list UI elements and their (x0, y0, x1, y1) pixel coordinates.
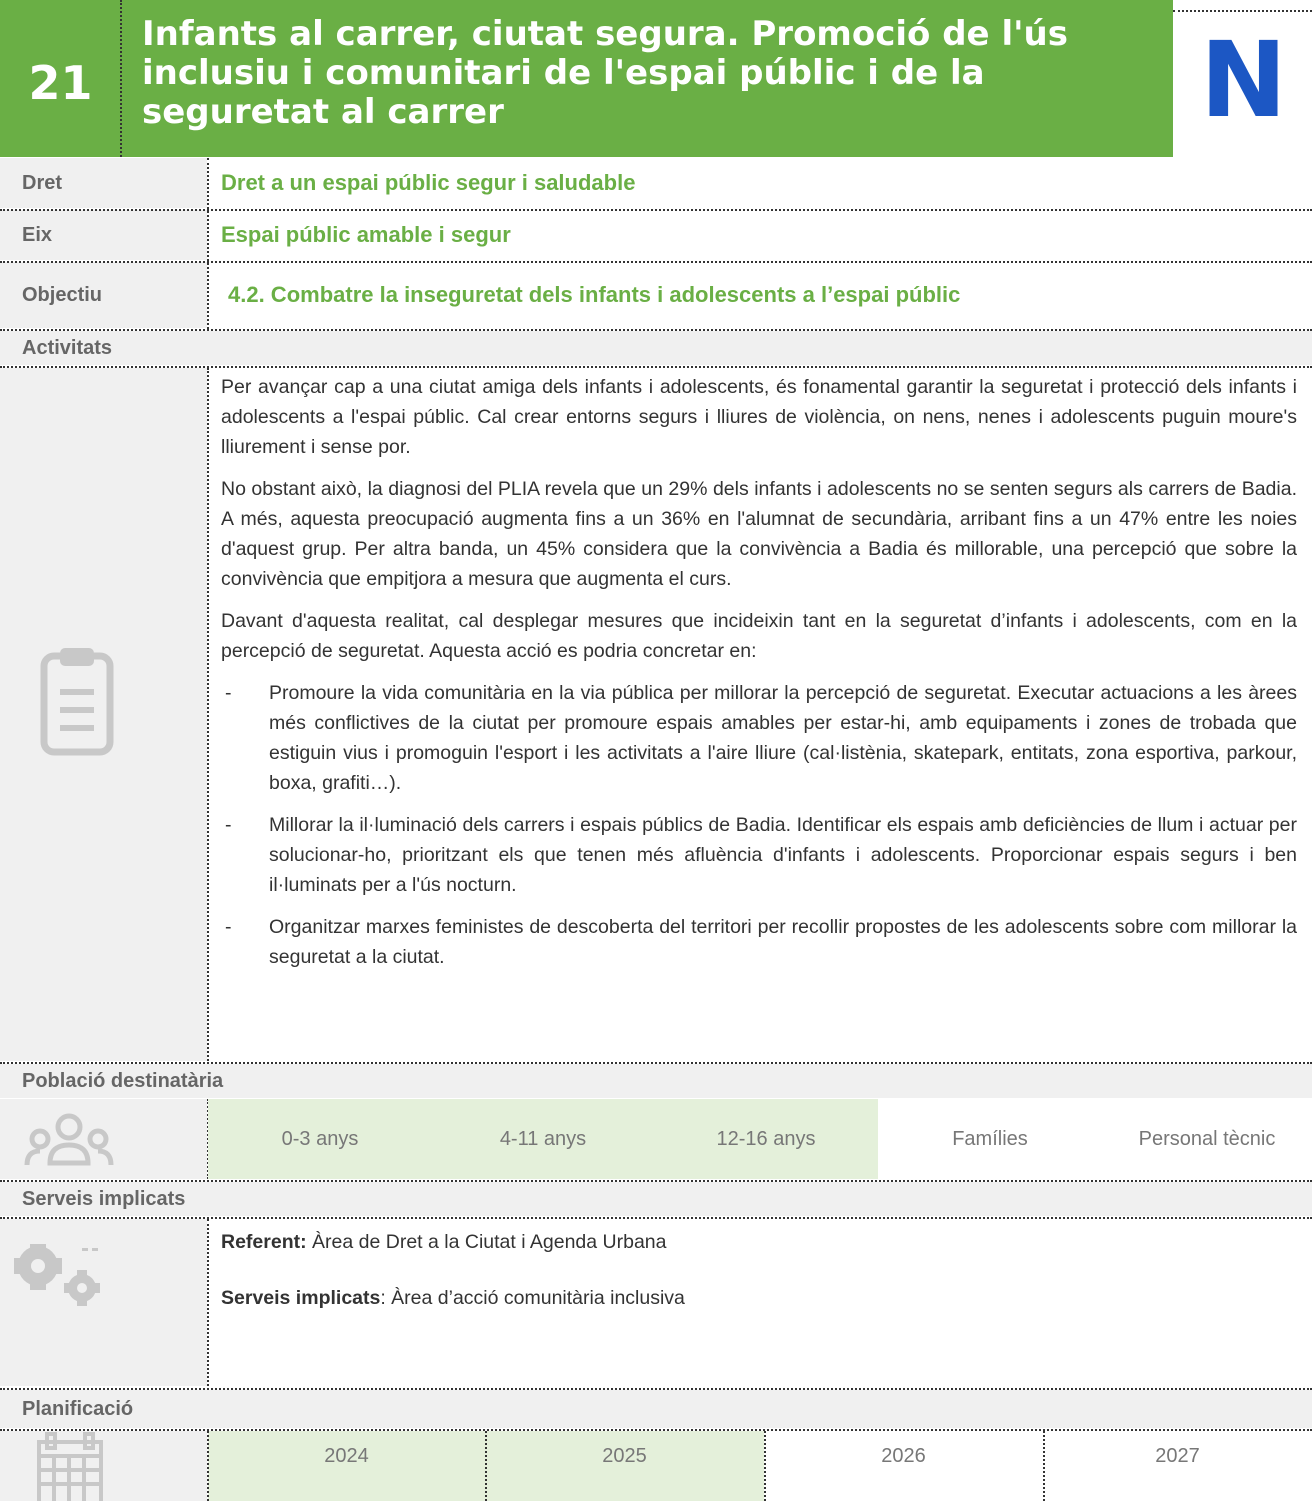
divider (1173, 10, 1312, 12)
activitats-content: Per avançar cap a una ciutat amiga dels … (221, 372, 1297, 984)
bullet-marker: - (225, 916, 232, 938)
divider (120, 0, 122, 157)
year-2024: 2024 (208, 1431, 485, 1501)
divider (0, 209, 1312, 211)
serveis-header: Serveis implicats (0, 1182, 1312, 1216)
paragraph: No obstant això, la diagnosi del PLIA re… (221, 478, 1297, 590)
paragraph: Davant d'aquesta realitat, cal desplegar… (221, 610, 1297, 662)
divider (0, 261, 1312, 263)
action-number: 21 (28, 56, 93, 110)
divider (207, 1431, 209, 1501)
eix-label: Eix (22, 224, 53, 246)
poblacio-header: Població destinatària (0, 1064, 1312, 1098)
divider (207, 158, 209, 329)
activitats-header: Activitats (0, 331, 1312, 365)
status-badge: N (1199, 19, 1288, 141)
eix-value: Espai públic amable i segur (221, 222, 511, 247)
clipboard-icon (40, 648, 114, 761)
population-12-16: 12-16 anys (654, 1099, 878, 1179)
bullet-marker: - (225, 682, 232, 704)
bullet-marker: - (225, 814, 232, 836)
objectiu-value: 4.2. Combatre la inseguretat dels infant… (228, 282, 961, 307)
list-item: - Organitzar marxes feministes de descobe… (221, 912, 1297, 972)
dret-value: Dret a un espai públic segur i saludable (221, 170, 636, 195)
divider (207, 368, 209, 1061)
divider (207, 1219, 209, 1386)
year-2026: 2026 (881, 1445, 926, 1467)
referent-line: Referent: Àrea de Dret a la Ciutat i Age… (221, 1231, 667, 1254)
population-4-11: 4-11 anys (432, 1099, 654, 1179)
planificacio-header: Planificació (0, 1390, 1312, 1428)
year-2027: 2027 (1155, 1445, 1200, 1467)
divider (1043, 1431, 1045, 1501)
icon-cell (0, 1431, 207, 1501)
calendar-icon (37, 1432, 103, 1501)
divider (764, 1431, 766, 1501)
serveis-line: Serveis implicats: Àrea d’acció comunità… (221, 1287, 685, 1310)
list-item-text: Millorar la il·luminació dels carrers i … (269, 814, 1297, 896)
list-item-text: Organitzar marxes feministes de descober… (269, 916, 1297, 968)
referent-label: Referent: (221, 1231, 307, 1253)
population-families: Famílies (952, 1128, 1028, 1150)
page-title: Infants al carrer, ciutat segura. Promoc… (142, 14, 1068, 132)
people-icon (24, 1113, 114, 1174)
objectiu-label: Objectiu (22, 284, 103, 306)
dret-label: Dret (22, 172, 63, 194)
population-personal-tecnic: Personal tècnic (1138, 1128, 1276, 1150)
divider (485, 1431, 487, 1501)
gears-icon (0, 1242, 110, 1315)
paragraph: Per avançar cap a una ciutat amiga dels … (221, 376, 1297, 458)
list-item: - Promoure la vida comunitària en la via … (221, 678, 1297, 798)
serveis-value: : Àrea d’acció comunitària inclusiva (380, 1287, 685, 1309)
list-item-text: Promoure la vida comunitària en la via p… (269, 682, 1297, 794)
serveis-label: Serveis implicats (221, 1287, 381, 1309)
year-2025: 2025 (485, 1431, 764, 1501)
referent-value: Àrea de Dret a la Ciutat i Agenda Urbana (306, 1231, 667, 1253)
list-item: - Millorar la il·luminació dels carrers i… (221, 810, 1297, 900)
population-0-3: 0-3 anys (208, 1099, 432, 1179)
